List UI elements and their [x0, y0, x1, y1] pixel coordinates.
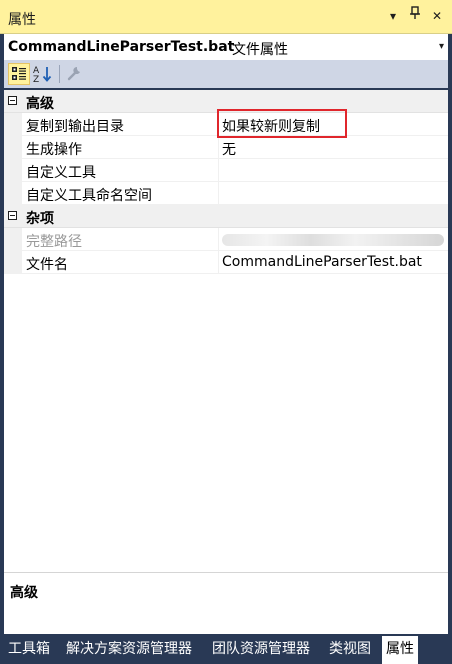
properties-window: 属性 ▾ ✕ CommandLineParserTest.bat 文件属性 ▾ — [0, 0, 452, 664]
object-selector[interactable]: CommandLineParserTest.bat 文件属性 ▾ — [4, 34, 448, 60]
property-name: 自定义工具 — [26, 165, 96, 181]
collapse-icon[interactable] — [8, 211, 17, 220]
properties-toolbar: A Z — [4, 60, 448, 88]
tool-window-tabs: 工具箱 解决方案资源管理器 团队资源管理器 类视图 属性 — [0, 636, 452, 664]
category-label: 高级 — [26, 96, 54, 112]
property-grid: 高级 复制到输出目录 如果较新则复制 生成操作 无 自定义工具 自定义工具命名空… — [4, 90, 448, 572]
chevron-down-icon[interactable]: ▾ — [439, 41, 444, 52]
property-row-custom-tool[interactable]: 自定义工具 — [4, 159, 448, 182]
property-row-build-action[interactable]: 生成操作 无 — [4, 136, 448, 159]
window-title: 属性 — [8, 12, 36, 28]
tab-properties[interactable]: 属性 — [382, 636, 418, 664]
selected-object-type: 文件属性 — [232, 42, 288, 58]
alphabetical-icon: A Z — [33, 66, 52, 85]
description-pane: 高级 — [4, 572, 448, 634]
property-pages-button[interactable] — [64, 63, 86, 85]
tab-solution-explorer[interactable]: 解决方案资源管理器 — [62, 636, 196, 662]
property-name: 生成操作 — [26, 142, 82, 158]
close-icon[interactable]: ✕ — [428, 6, 446, 26]
property-name: 文件名 — [26, 257, 68, 273]
tab-class-view[interactable]: 类视图 — [325, 636, 375, 662]
categorized-button[interactable] — [8, 63, 30, 85]
property-name: 复制到输出目录 — [26, 119, 124, 135]
property-row-custom-tool-namespace[interactable]: 自定义工具命名空间 — [4, 182, 448, 205]
property-row-full-path[interactable]: 完整路径 — [4, 228, 448, 251]
alphabetical-button[interactable]: A Z — [32, 63, 54, 85]
toolbar-separator — [59, 65, 60, 83]
property-value[interactable]: CommandLineParserTest.bat — [222, 254, 422, 270]
tab-team-explorer[interactable]: 团队资源管理器 — [208, 636, 314, 662]
property-name: 自定义工具命名空间 — [26, 188, 152, 204]
svg-text:Z: Z — [33, 75, 39, 85]
property-value[interactable]: 无 — [222, 139, 236, 159]
wrench-icon — [67, 66, 80, 81]
obscured-path-value — [222, 234, 444, 246]
description-title: 高级 — [10, 585, 38, 601]
collapse-icon[interactable] — [8, 96, 17, 105]
title-bar: 属性 ▾ ✕ — [0, 0, 452, 34]
highlight-annotation-box — [217, 109, 347, 138]
window-position-dropdown-icon[interactable]: ▾ — [384, 6, 402, 26]
tab-toolbox[interactable]: 工具箱 — [4, 636, 54, 662]
categorized-icon — [12, 67, 26, 80]
property-name: 完整路径 — [26, 234, 82, 250]
selected-object-name: CommandLineParserTest.bat — [8, 39, 235, 55]
property-row-file-name[interactable]: 文件名 CommandLineParserTest.bat — [4, 251, 448, 274]
category-label: 杂项 — [26, 211, 54, 227]
auto-hide-pin-icon[interactable] — [406, 6, 424, 26]
category-header-misc[interactable]: 杂项 — [4, 205, 448, 228]
